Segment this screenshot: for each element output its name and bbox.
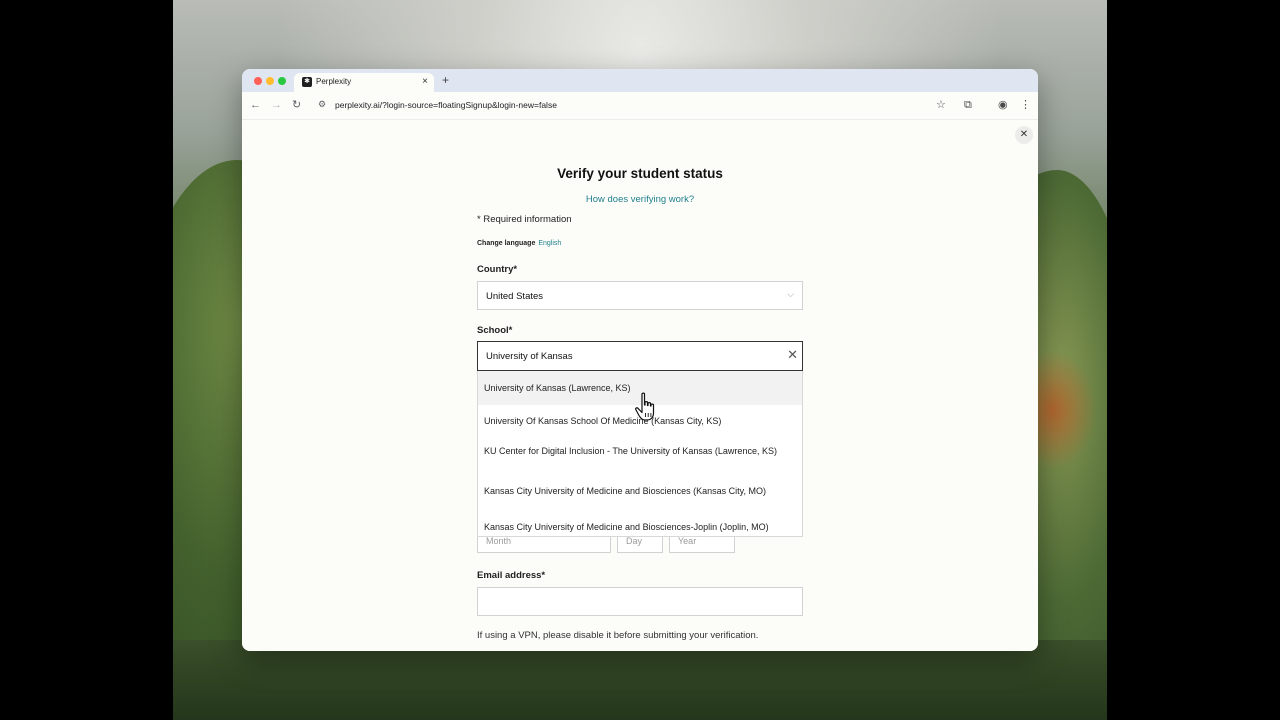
email-field[interactable] [477, 587, 803, 616]
school-input[interactable]: University of Kansas ✕ [477, 341, 803, 371]
tab-bar: ✱ Perplexity × + [242, 69, 1038, 92]
browser-toolbar: ← → ↻ ⚙ perplexity.ai/?login-source=floa… [242, 92, 1038, 120]
school-option[interactable]: KU Center for Digital Inclusion - The Un… [478, 435, 802, 475]
window-minimize-button[interactable] [266, 77, 274, 85]
extension-icon[interactable]: ⧉ [964, 98, 972, 112]
school-value: University of Kansas [486, 351, 573, 362]
tab-close-icon[interactable]: × [422, 76, 428, 88]
window-zoom-button[interactable] [278, 77, 286, 85]
forward-arrow-icon[interactable]: → [271, 98, 282, 112]
wallpaper-foreground [173, 640, 1107, 720]
chevron-down-icon: ⌵ [787, 289, 794, 299]
change-language: Change language English [477, 240, 561, 247]
verification-page: ✕ Verify your student status How does ve… [242, 120, 1038, 651]
bookmark-star-icon[interactable]: ☆ [936, 98, 946, 112]
change-language-label: Change language [477, 240, 536, 247]
close-icon[interactable]: ✕ [1015, 126, 1033, 144]
window-close-button[interactable] [254, 77, 262, 85]
vpn-note: If using a VPN, please disable it before… [477, 630, 759, 641]
browser-window: ✱ Perplexity × + ← → ↻ ⚙ perplexity.ai/?… [242, 69, 1038, 651]
browser-menu-icon[interactable]: ⋮ [1020, 98, 1031, 112]
address-bar[interactable]: perplexity.ai/?login-source=floatingSign… [335, 100, 557, 110]
new-tab-button[interactable]: + [442, 73, 449, 87]
tab-perplexity[interactable]: ✱ Perplexity × [294, 73, 434, 92]
language-link[interactable]: English [538, 240, 561, 247]
reload-icon[interactable]: ↻ [292, 98, 301, 112]
country-label: Country* [477, 264, 518, 275]
site-info-icon[interactable]: ⚙ [318, 99, 326, 110]
hand-cursor-icon [635, 392, 655, 421]
country-value: United States [486, 291, 544, 302]
profile-icon[interactable]: ◉ [998, 98, 1008, 112]
country-select[interactable]: United States ⌵ [477, 281, 803, 310]
required-info-note: * Required information [477, 214, 572, 225]
clear-icon[interactable]: ✕ [787, 347, 798, 363]
school-option[interactable]: Kansas City University of Medicine and B… [478, 475, 802, 505]
back-arrow-icon[interactable]: ← [250, 98, 261, 112]
page-title: Verify your student status [557, 166, 723, 181]
tab-title: Perplexity [316, 77, 352, 86]
school-option[interactable]: Kansas City University of Medicine and B… [478, 505, 802, 536]
school-label: School* [477, 325, 513, 336]
how-verifying-works-link[interactable]: How does verifying work? [242, 194, 1038, 205]
email-label: Email address* [477, 570, 546, 581]
perplexity-favicon-icon: ✱ [302, 77, 312, 87]
